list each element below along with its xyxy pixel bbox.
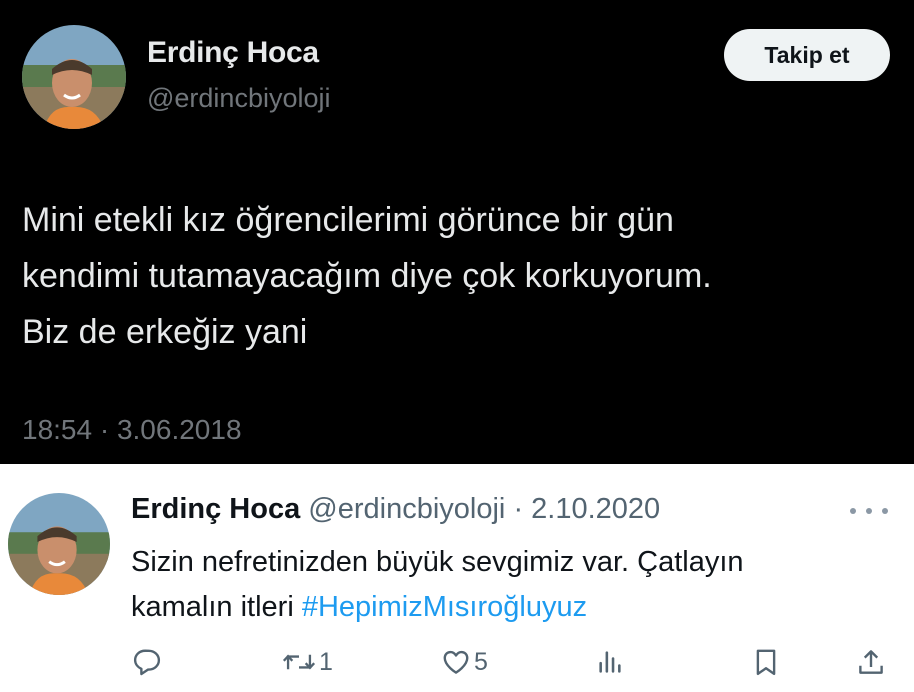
reply-author-name[interactable]: Erdinç Hoca bbox=[131, 493, 300, 525]
reply-text-line: Sizin nefretinizden büyük sevgimiz var. … bbox=[131, 546, 744, 578]
tweet-text: Mini etekli kız öğrencilerimi görünce bi… bbox=[22, 192, 902, 360]
avatar-photo-icon bbox=[22, 25, 126, 129]
like-button[interactable]: 5 bbox=[441, 644, 488, 680]
tweet-text-line: Biz de erkeğiz yani bbox=[22, 313, 308, 351]
retweet-icon bbox=[282, 654, 316, 670]
like-count: 5 bbox=[474, 647, 488, 676]
share-icon bbox=[859, 650, 883, 674]
reply-tweet-header: Erdinç Hoca @erdincbiyoloji · 2.10.2020 bbox=[131, 493, 660, 526]
views-icon bbox=[599, 651, 621, 673]
retweet-button[interactable]: 1 bbox=[282, 644, 333, 680]
reply-author-avatar[interactable] bbox=[8, 493, 110, 595]
hashtag-link[interactable]: #HepimizMısıroğluyuz bbox=[302, 591, 587, 623]
tweet-text-line: kendimi tutamayacağım diye çok korkuyoru… bbox=[22, 257, 712, 295]
reply-date[interactable]: 2.10.2020 bbox=[531, 493, 660, 525]
reply-tweet-text: Sizin nefretinizden büyük sevgimiz var. … bbox=[131, 540, 901, 630]
retweet-count: 1 bbox=[319, 647, 333, 676]
author-handle[interactable]: @erdincbiyoloji bbox=[147, 83, 331, 114]
reply-author-handle[interactable]: @erdincbiyoloji bbox=[308, 493, 505, 525]
reply-button[interactable] bbox=[132, 644, 162, 680]
tweet-timestamp[interactable]: 18:54 · 3.06.2018 bbox=[22, 414, 242, 446]
share-button[interactable] bbox=[856, 644, 886, 680]
tweet-text-line: Mini etekli kız öğrencilerimi görünce bi… bbox=[22, 201, 674, 239]
more-options-icon[interactable] bbox=[846, 496, 892, 526]
bookmark-button[interactable] bbox=[751, 644, 781, 680]
author-avatar[interactable] bbox=[22, 25, 126, 129]
bookmark-icon bbox=[756, 649, 776, 676]
reply-icon bbox=[133, 649, 161, 676]
avatar-photo-icon bbox=[8, 493, 110, 595]
header-separator: · bbox=[513, 493, 524, 525]
views-button[interactable] bbox=[596, 644, 624, 680]
reply-text-line: kamalın itleri #HepimizMısıroğluyuz bbox=[131, 585, 901, 630]
author-name[interactable]: Erdinç Hoca bbox=[147, 36, 319, 70]
heart-icon bbox=[443, 650, 469, 674]
reply-text-prefix: kamalın itleri bbox=[131, 591, 302, 623]
follow-button[interactable]: Takip et bbox=[724, 29, 890, 81]
embedded-tweet-card: Erdinç Hoca @erdincbiyoloji Takip et Min… bbox=[0, 0, 914, 464]
